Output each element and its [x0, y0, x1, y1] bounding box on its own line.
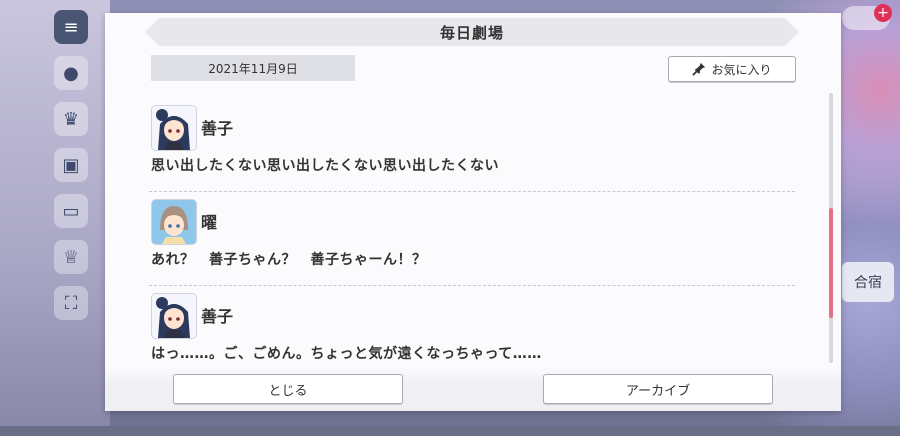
- list-item: 善子 はっ……。ご、ごめん。ちょっと気が遠くなっちゃって……: [149, 286, 795, 379]
- dialog-footer: とじる アーカイブ: [105, 367, 841, 411]
- chat-icon[interactable]: ●: [54, 56, 88, 90]
- favorite-label: お気に入り: [711, 62, 772, 77]
- speaker-name: 善子: [201, 119, 234, 138]
- message-list: 善子 思い出したくない思い出したくない思い出したくない 曜 あれ？ 善子ちゃん？…: [149, 98, 795, 379]
- camp-badge[interactable]: 合宿: [842, 262, 894, 302]
- favorite-button[interactable]: お気に入り: [668, 56, 796, 82]
- speaker-name: 曜: [201, 213, 218, 232]
- date-label: 2021年11月9日: [151, 55, 355, 81]
- menu-icon[interactable]: ≡: [54, 10, 88, 44]
- notice-icon[interactable]: ▭: [54, 194, 88, 228]
- daily-theater-dialog: 毎日劇場 2021年11月9日 お気に入り 善子 思い出したくない思い出したくな…: [105, 13, 841, 411]
- pin-icon: [692, 62, 706, 76]
- speaker-name: 善子: [201, 307, 234, 326]
- fullscreen-icon[interactable]: ⛶: [54, 286, 88, 320]
- yoshiko-avatar: [151, 293, 197, 339]
- yoshiko-avatar: [151, 105, 197, 151]
- message-text: 思い出したくない思い出したくない思い出したくない: [151, 158, 499, 174]
- close-button[interactable]: とじる: [173, 374, 403, 404]
- present-icon[interactable]: ♛: [54, 102, 88, 136]
- trophy-icon[interactable]: ♕: [54, 240, 88, 274]
- dialog-title: 毎日劇場: [145, 18, 799, 46]
- scrollbar[interactable]: [829, 93, 833, 363]
- archive-button[interactable]: アーカイブ: [543, 374, 773, 404]
- scrollbar-thumb[interactable]: [829, 208, 833, 318]
- gift-icon[interactable]: ▣: [54, 148, 88, 182]
- left-menu-rail: ≡ ● ♛ ▣ ▭ ♕ ⛶: [48, 0, 94, 436]
- message-text: あれ？ 善子ちゃん？ 善子ちゃーん！？: [151, 252, 427, 268]
- you-avatar: [151, 199, 197, 245]
- list-item: 曜 あれ？ 善子ちゃん？ 善子ちゃーん！？: [149, 192, 795, 286]
- message-text: はっ……。ご、ごめん。ちょっと気が遠くなっちゃって……: [151, 346, 542, 362]
- list-item: 善子 思い出したくない思い出したくない思い出したくない: [149, 98, 795, 192]
- plus-icon[interactable]: +: [874, 4, 892, 22]
